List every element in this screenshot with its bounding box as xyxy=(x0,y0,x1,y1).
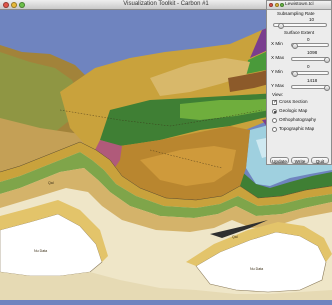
subsampling-knob[interactable] xyxy=(278,22,285,29)
x-min-label: X Min xyxy=(271,41,283,46)
geologic-map-label: Geologic Map xyxy=(279,108,308,113)
orthophotography-radio[interactable] xyxy=(272,117,277,123)
y-max-knob[interactable] xyxy=(323,84,330,91)
panel-title: Lewistown.tcl xyxy=(285,2,314,7)
subsampling-label: Subsampling Rate xyxy=(277,11,315,16)
y-min-knob[interactable] xyxy=(291,70,298,77)
x-max-slider[interactable] xyxy=(291,56,330,63)
x-max-knob[interactable] xyxy=(323,56,330,63)
y-min-label: Y Min xyxy=(271,69,283,74)
quit-button[interactable]: Quit xyxy=(311,157,329,164)
view-label: View: xyxy=(272,92,284,97)
write-button[interactable]: Write xyxy=(291,157,309,164)
map-label-no-data-right: Nu Data xyxy=(250,267,263,271)
y-min-value: 0 xyxy=(307,64,310,69)
map-label-qal-left: Qal xyxy=(48,181,54,185)
x-min-slider[interactable] xyxy=(291,42,329,49)
map-label-no-data-left: Nu Data xyxy=(34,249,47,253)
map-label-qal-right: Qal xyxy=(232,235,238,239)
cross-section-label: Cross Section xyxy=(279,99,308,104)
x-min-value: 0 xyxy=(307,37,310,42)
topographic-map-radio[interactable] xyxy=(272,126,277,132)
y-min-slider[interactable] xyxy=(291,70,329,77)
x-max-label: X Max xyxy=(271,55,285,60)
y-max-value: 1418 xyxy=(307,78,318,83)
y-max-label: Y Max xyxy=(271,83,284,88)
close-icon[interactable] xyxy=(269,2,274,7)
geologic-map-radio[interactable] xyxy=(272,108,277,114)
update-button[interactable]: Update xyxy=(270,157,289,164)
orthophotography-label: Orthophotography xyxy=(279,117,317,122)
y-max-slider[interactable] xyxy=(291,84,330,91)
zoom-icon[interactable] xyxy=(280,2,285,7)
x-min-knob[interactable] xyxy=(291,42,298,49)
topographic-map-label: Topographic Map xyxy=(279,126,315,131)
minimize-icon[interactable] xyxy=(274,2,279,7)
surface-extent-label: Surface Extent xyxy=(284,30,315,35)
subsampling-slider[interactable] xyxy=(273,22,327,29)
panel-titlebar[interactable]: Lewistown.tcl xyxy=(267,1,331,10)
control-panel: Lewistown.tcl Subsampling Rate 10 Surfac… xyxy=(266,0,332,165)
x-max-value: 1098 xyxy=(307,50,318,55)
cross-section-checkbox[interactable] xyxy=(272,99,278,105)
subsampling-value: 10 xyxy=(309,17,315,22)
